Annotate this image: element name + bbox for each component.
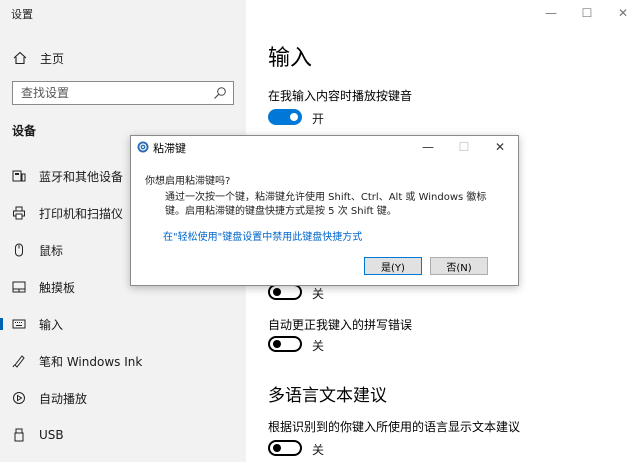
dialog-window-controls: — ☐ ✕ bbox=[410, 136, 518, 158]
setting-label-keysound: 在我输入内容时播放按键音 bbox=[268, 89, 413, 103]
sidebar-item-typing[interactable]: 输入 bbox=[0, 310, 246, 338]
close-button[interactable]: ✕ bbox=[605, 0, 641, 26]
toggle-keysound[interactable] bbox=[268, 109, 302, 125]
sidebar-item-label: 笔和 Windows Ink bbox=[39, 354, 143, 369]
sidebar-item-pen[interactable]: 笔和 Windows Ink bbox=[0, 347, 246, 375]
home-icon bbox=[12, 50, 28, 66]
dialog-question: 你想启用粘滞键吗? bbox=[145, 176, 231, 187]
app-title: 设置 bbox=[11, 8, 33, 21]
sidebar-item-label: USB bbox=[39, 428, 64, 442]
toggle-knob bbox=[273, 340, 281, 348]
disable-shortcut-link[interactable]: 在"轻松使用"键盘设置中禁用此键盘快捷方式 bbox=[163, 228, 362, 243]
setting-label-multilang: 根据识别到的你键入所使用的语言显示文本建议 bbox=[268, 420, 521, 434]
toggle-setting-hidden[interactable] bbox=[268, 284, 302, 300]
maximize-button[interactable]: ☐ bbox=[569, 0, 605, 26]
toggle-state-text: 关 bbox=[312, 287, 325, 301]
no-button[interactable]: 否(N) bbox=[430, 257, 488, 275]
dialog-body-text: 通过一次按一个键，粘滞键允许使用 Shift、Ctrl、Alt 或 Window… bbox=[165, 192, 487, 217]
dialog-titlebar[interactable]: 粘滞键 — ☐ ✕ bbox=[131, 136, 518, 158]
toggle-autocorrect[interactable] bbox=[268, 336, 302, 352]
dialog-close-button[interactable]: ✕ bbox=[482, 136, 518, 158]
toggle-multilang[interactable] bbox=[268, 440, 302, 456]
sidebar-item-label: 主页 bbox=[40, 51, 65, 66]
usb-icon bbox=[11, 427, 27, 443]
printer-icon bbox=[11, 205, 27, 221]
toggle-state-text: 关 bbox=[312, 443, 325, 457]
autoplay-icon bbox=[11, 390, 27, 406]
sidebar-item-label: 自动播放 bbox=[39, 391, 88, 406]
sidebar-section-title: 设备 bbox=[12, 124, 37, 138]
window-controls: — ☐ ✕ bbox=[533, 0, 641, 26]
sidebar-item-autoplay[interactable]: 自动播放 bbox=[0, 384, 246, 412]
dialog-minimize-button[interactable]: — bbox=[410, 136, 446, 158]
mouse-icon bbox=[11, 242, 27, 258]
bluetooth-devices-icon bbox=[11, 168, 27, 184]
dialog-title: 粘滞键 bbox=[153, 142, 186, 155]
sidebar-item-label: 输入 bbox=[39, 317, 64, 332]
sidebar-item-label: 打印机和扫描仪 bbox=[39, 206, 124, 221]
sticky-keys-dialog: 粘滞键 — ☐ ✕ 你想启用粘滞键吗? 通过一次按一个键，粘滞键允许使用 Shi… bbox=[130, 135, 519, 286]
search-input[interactable] bbox=[13, 82, 211, 104]
accessibility-icon bbox=[137, 141, 149, 153]
toggle-knob bbox=[273, 288, 281, 296]
page-title: 输入 bbox=[268, 46, 313, 71]
search-icon[interactable] bbox=[213, 86, 227, 100]
sidebar-item-label: 蓝牙和其他设备 bbox=[39, 169, 124, 184]
sidebar-item-label: 触摸板 bbox=[39, 280, 76, 295]
toggle-knob bbox=[273, 444, 281, 452]
sidebar-item-label: 鼠标 bbox=[39, 243, 64, 258]
sidebar-item-usb[interactable]: USB bbox=[0, 421, 246, 449]
yes-button[interactable]: 是(Y) bbox=[364, 257, 422, 275]
toggle-state-text: 关 bbox=[312, 339, 325, 353]
touchpad-icon bbox=[11, 279, 27, 295]
toggle-state-text: 开 bbox=[312, 112, 325, 126]
dialog-maximize-button: ☐ bbox=[458, 140, 470, 154]
toggle-knob bbox=[290, 113, 298, 121]
pen-icon bbox=[11, 353, 27, 369]
keyboard-icon bbox=[11, 316, 27, 332]
setting-label-autocorrect: 自动更正我键入的拼写错误 bbox=[268, 318, 413, 332]
sidebar-item-home[interactable]: 主页 bbox=[12, 48, 64, 68]
search-box[interactable] bbox=[12, 81, 234, 105]
minimize-button[interactable]: — bbox=[533, 0, 569, 26]
section-heading-multilang: 多语言文本建议 bbox=[268, 386, 387, 406]
